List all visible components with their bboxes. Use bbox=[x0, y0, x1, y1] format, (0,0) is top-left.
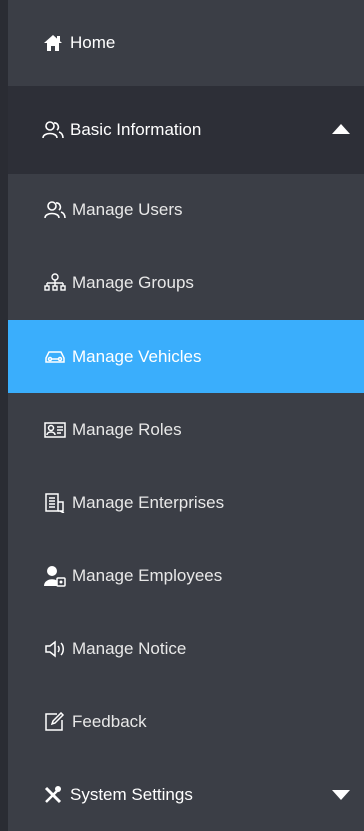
speaker-icon bbox=[42, 638, 68, 660]
sidebar-item-feedback[interactable]: Feedback bbox=[8, 685, 364, 758]
building-icon bbox=[42, 492, 68, 514]
collapse-caret-icon[interactable] bbox=[332, 124, 350, 134]
org-chart-icon bbox=[42, 272, 68, 294]
sidebar-edge bbox=[0, 0, 8, 831]
sidebar-item-home[interactable]: Home bbox=[8, 0, 364, 86]
sidebar-menu: Home Basic Information Manage Users Mana… bbox=[0, 0, 364, 831]
sidebar-group-system-settings[interactable]: System Settings bbox=[8, 758, 364, 831]
edit-icon bbox=[42, 711, 68, 733]
sidebar-item-manage-groups[interactable]: Manage Groups bbox=[8, 246, 364, 320]
sidebar-item-manage-enterprises[interactable]: Manage Enterprises bbox=[8, 466, 364, 539]
sidebar-item-manage-employees[interactable]: Manage Employees bbox=[8, 539, 364, 612]
users-icon bbox=[42, 199, 68, 221]
employee-icon bbox=[42, 565, 68, 587]
sidebar-item-label: System Settings bbox=[70, 784, 193, 804]
home-icon bbox=[40, 32, 66, 54]
sidebar-item-label: Manage Employees bbox=[72, 565, 223, 585]
sidebar-item-manage-vehicles[interactable]: Manage Vehicles bbox=[8, 320, 364, 393]
sidebar-item-label: Home bbox=[70, 33, 116, 52]
sidebar-item-label: Manage Groups bbox=[72, 273, 194, 292]
sidebar-item-label: Manage Roles bbox=[72, 419, 182, 439]
sidebar-item-label: Manage Enterprises bbox=[72, 492, 225, 512]
sidebar-group-basic-information[interactable]: Basic Information bbox=[8, 86, 364, 174]
id-card-icon bbox=[42, 419, 68, 441]
sidebar-item-manage-users[interactable]: Manage Users bbox=[8, 174, 364, 246]
expand-caret-icon[interactable] bbox=[332, 790, 350, 800]
sidebar-item-label: Basic Information bbox=[70, 120, 202, 139]
sidebar-item-label: Manage Notice bbox=[72, 638, 187, 658]
sidebar-item-label: Manage Vehicles bbox=[72, 346, 202, 366]
sidebar-item-manage-notice[interactable]: Manage Notice bbox=[8, 612, 364, 685]
sidebar-item-manage-roles[interactable]: Manage Roles bbox=[8, 393, 364, 466]
car-icon bbox=[42, 346, 68, 368]
sidebar-item-label: Feedback bbox=[72, 711, 147, 731]
sidebar-item-label: Manage Users bbox=[72, 200, 183, 219]
users-icon bbox=[40, 119, 66, 141]
tools-icon bbox=[40, 784, 66, 806]
